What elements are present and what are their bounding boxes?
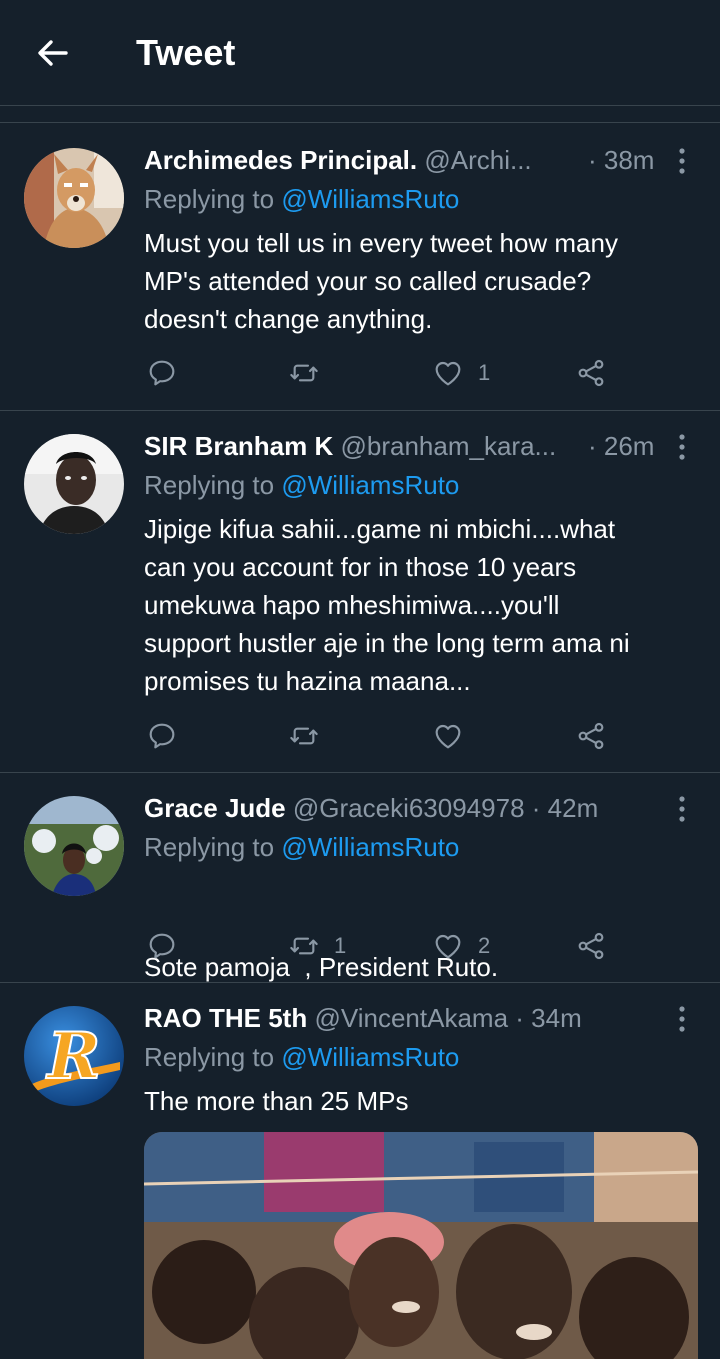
timestamp[interactable]: · 34m — [515, 1003, 581, 1033]
replying-to-label: Replying to — [144, 832, 275, 862]
share-icon — [575, 357, 607, 389]
tweet-text: Jipige kifua sahii...game ni mbichi....w… — [144, 510, 694, 700]
replying-to-label: Replying to — [144, 470, 275, 500]
username[interactable]: @VincentAkama — [314, 1003, 508, 1033]
tweet-text-line: can you account for in those 10 years — [144, 552, 577, 582]
more-options-button[interactable] — [670, 1004, 694, 1034]
mention-link[interactable]: @WilliamsRuto — [281, 1042, 459, 1072]
username[interactable]: @branham_kara... — [341, 431, 557, 461]
like-count: 1 — [478, 360, 491, 385]
retweet-button[interactable] — [288, 716, 334, 756]
back-button[interactable] — [33, 33, 73, 73]
share-button[interactable] — [575, 353, 607, 393]
tweet-header: SIR Branham K @branham_kara... — [144, 426, 664, 466]
divider — [0, 410, 720, 411]
username[interactable]: @Graceki63094978 — [293, 793, 525, 823]
like-count: 2 — [478, 933, 491, 958]
tweet-text-line: doesn't change anything. — [144, 304, 433, 334]
retweet-icon — [288, 930, 320, 962]
replying-to: Replying to @WilliamsRuto — [144, 1038, 459, 1076]
tweet-text-line: Must you tell us in every tweet how many — [144, 228, 618, 258]
svg-text:R: R — [45, 1019, 100, 1094]
heart-icon — [432, 720, 464, 752]
reply-icon — [146, 357, 178, 389]
tweet-text: The more than 25 MPs — [144, 1082, 694, 1120]
retweet-button[interactable]: 1 — [288, 926, 346, 966]
top-bar: Tweet — [0, 0, 720, 106]
more-vertical-icon — [670, 1004, 694, 1034]
divider — [0, 122, 720, 123]
share-icon — [575, 720, 607, 752]
tweet-actions — [0, 716, 720, 756]
more-options-button[interactable] — [670, 794, 694, 824]
replying-to-label: Replying to — [144, 184, 275, 214]
heart-icon — [432, 357, 464, 389]
reply-icon — [146, 720, 178, 752]
avatar[interactable] — [24, 148, 124, 248]
more-vertical-icon — [670, 794, 694, 824]
mention-link[interactable]: @WilliamsRuto — [281, 184, 459, 214]
tweet-text-line: support hustler aje in the long term ama… — [144, 628, 630, 658]
replying-to: Replying to @WilliamsRuto — [144, 466, 459, 504]
tweet-header: RAO THE 5th @VincentAkama · 34m — [144, 998, 664, 1038]
tweet-actions: 1 — [0, 353, 720, 393]
tweet-header: Grace Jude @Graceki63094978 · 42m — [144, 788, 664, 828]
reply-button[interactable] — [146, 353, 178, 393]
tweet-text: Must you tell us in every tweet how many… — [144, 224, 694, 338]
tweet-text-line: The more than 25 MPs — [144, 1086, 409, 1116]
timestamp[interactable]: · 38m — [588, 140, 654, 180]
reply-icon — [146, 930, 178, 962]
more-vertical-icon — [670, 432, 694, 462]
avatar[interactable] — [24, 796, 124, 896]
replying-to: Replying to @WilliamsRuto — [144, 828, 459, 866]
retweet-count: 1 — [334, 933, 347, 958]
tweet-text-line: umekuwa hapo mheshimiwa....you'll — [144, 590, 560, 620]
display-name[interactable]: Archimedes Principal. — [144, 145, 417, 175]
retweet-icon — [288, 720, 320, 752]
replying-to: Replying to @WilliamsRuto — [144, 180, 459, 218]
reply-button[interactable] — [146, 716, 178, 756]
avatar[interactable] — [24, 434, 124, 534]
heart-icon — [432, 930, 464, 962]
more-options-button[interactable] — [670, 432, 694, 462]
tweet-image[interactable] — [144, 1132, 698, 1359]
divider — [0, 772, 720, 773]
tweet-header: Archimedes Principal. @Archi... — [144, 140, 664, 180]
retweet-button[interactable] — [288, 353, 334, 393]
display-name[interactable]: SIR Branham K — [144, 431, 333, 461]
timestamp[interactable]: · 42m — [532, 793, 598, 823]
divider — [0, 982, 720, 983]
tweet-text-line: MP's attended your so called crusade? — [144, 266, 592, 296]
tweet-text-line: promises tu hazina maana... — [144, 666, 471, 696]
like-button[interactable] — [432, 716, 478, 756]
share-icon — [575, 930, 607, 962]
arrow-left-icon — [38, 40, 68, 66]
more-options-button[interactable] — [670, 146, 694, 176]
display-name[interactable]: RAO THE 5th — [144, 1003, 307, 1033]
page-title: Tweet — [136, 32, 236, 73]
mention-link[interactable]: @WilliamsRuto — [281, 832, 459, 862]
mention-link[interactable]: @WilliamsRuto — [281, 470, 459, 500]
share-button[interactable] — [575, 716, 607, 756]
tweet-text-line: Jipige kifua sahii...game ni mbichi....w… — [144, 514, 616, 544]
replying-to-label: Replying to — [144, 1042, 275, 1072]
more-vertical-icon — [670, 146, 694, 176]
avatar[interactable]: R — [24, 1006, 124, 1106]
tweet-actions: 1 2 — [0, 926, 720, 966]
username[interactable]: @Archi... — [424, 145, 531, 175]
share-button[interactable] — [575, 926, 607, 966]
reply-button[interactable] — [146, 926, 178, 966]
timestamp[interactable]: · 26m — [588, 426, 654, 466]
display-name[interactable]: Grace Jude — [144, 793, 286, 823]
retweet-icon — [288, 357, 320, 389]
like-button[interactable]: 2 — [432, 926, 490, 966]
like-button[interactable]: 1 — [432, 353, 490, 393]
